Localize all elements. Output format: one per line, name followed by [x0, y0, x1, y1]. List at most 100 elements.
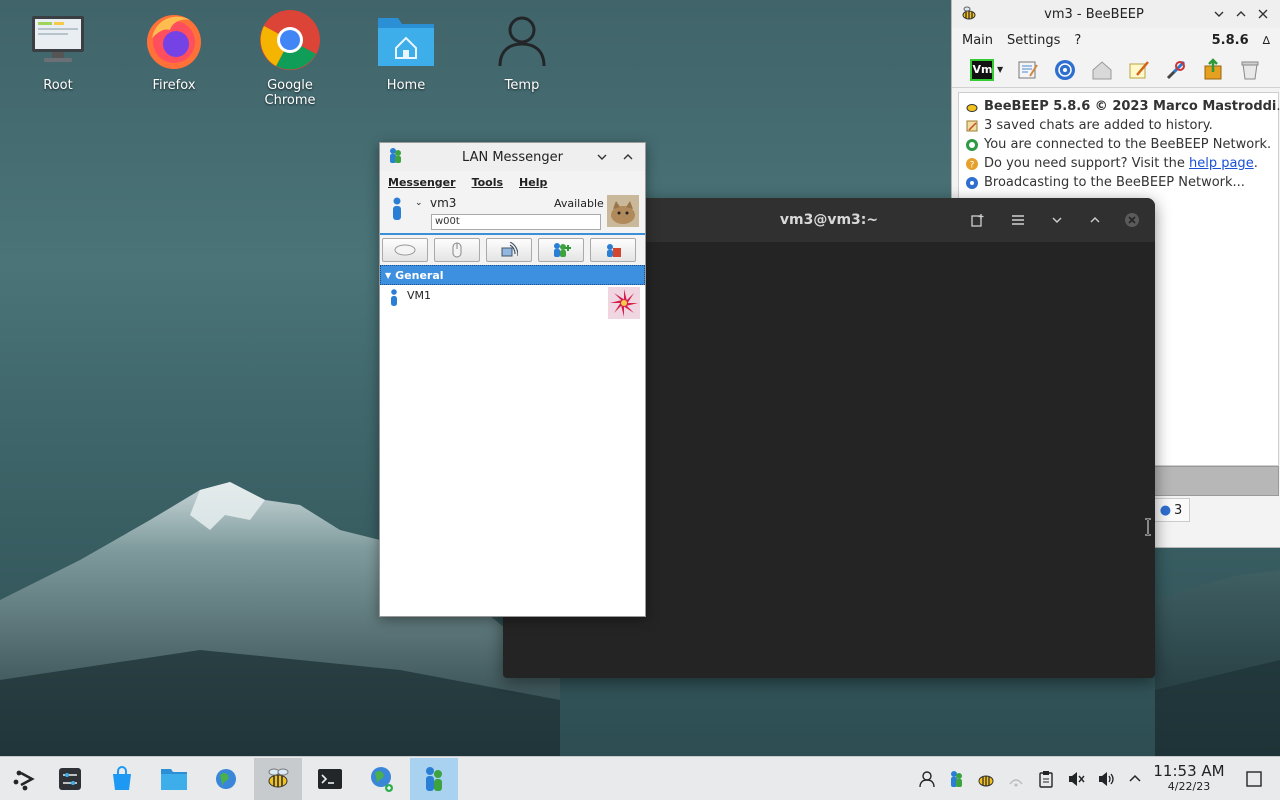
desktop-icon-label: Home [386, 78, 426, 93]
group-settings-button[interactable] [590, 238, 636, 262]
minimize-icon[interactable] [591, 146, 613, 168]
profile-badge: Vm [970, 58, 995, 81]
browser-task[interactable] [202, 758, 250, 800]
beebeep-toolbar: Vm ▼ [952, 52, 1280, 88]
chat-tab[interactable]: ● 3 [1152, 498, 1190, 522]
contact-person-icon [389, 289, 399, 311]
network-task[interactable] [358, 758, 406, 800]
minimize-icon[interactable] [1208, 3, 1230, 25]
new-tab-icon[interactable] [966, 208, 990, 232]
maximize-icon[interactable] [617, 146, 639, 168]
broadcast-button[interactable] [486, 238, 532, 262]
contact-item[interactable]: VM1 [380, 285, 645, 319]
close-icon[interactable] [1252, 3, 1274, 25]
firefox-icon [142, 8, 206, 72]
user-tray-icon[interactable] [917, 769, 937, 789]
menu-main[interactable]: Main [962, 33, 993, 48]
chrome-icon [258, 8, 322, 72]
history-icon [965, 119, 979, 133]
menu-messenger[interactable]: Messenger [388, 176, 456, 189]
desktop-icon-firefox[interactable]: Firefox [124, 8, 224, 93]
chat-button[interactable] [382, 238, 428, 262]
trash-button[interactable] [1237, 57, 1262, 83]
user-avatar[interactable] [607, 195, 639, 227]
tray-expander-icon[interactable] [1125, 769, 1145, 789]
note-button[interactable] [1126, 57, 1151, 83]
text-cursor-icon [1144, 518, 1152, 536]
beebeep-tray-icon[interactable] [976, 769, 996, 789]
application-launcher-button[interactable] [0, 758, 48, 800]
file-manager-task[interactable] [150, 758, 198, 800]
beebeep-task[interactable] [254, 758, 302, 800]
network-button[interactable] [1052, 57, 1077, 83]
lan-messenger-menubar: Messenger Tools Help [380, 171, 645, 193]
hamburger-menu-icon[interactable] [1006, 208, 1030, 232]
window-title: vm3 - BeeBEEP [1044, 6, 1144, 22]
log-line: 3 saved chats are added to history. [965, 116, 1272, 135]
clipboard-tray-icon[interactable] [1036, 769, 1056, 789]
desktop-icon-home[interactable]: Home [356, 8, 456, 93]
personal-note-input[interactable]: w00t [431, 214, 601, 230]
desktop-icon-google-chrome[interactable]: Google Chrome [240, 8, 340, 108]
menu-settings[interactable]: Settings [1007, 33, 1060, 48]
user-profile-button[interactable]: Vm [970, 57, 995, 83]
edit-profile-button[interactable] [1015, 57, 1040, 83]
discover-store-task[interactable] [98, 758, 146, 800]
menu-help[interactable]: ? [1074, 33, 1081, 48]
contact-avatar [608, 287, 640, 319]
desktop-icon-root[interactable]: Root [8, 8, 108, 93]
clock-time: 11:53 AM [1153, 762, 1225, 780]
home-button[interactable] [1089, 57, 1114, 83]
menu-help[interactable]: Help [519, 176, 547, 189]
user-icon: ● [1159, 502, 1172, 518]
help-page-link[interactable]: help page [1189, 156, 1254, 171]
bee-icon [958, 3, 980, 25]
log-suffix: . [1253, 156, 1258, 171]
group-name: General [395, 268, 444, 282]
status-label[interactable]: Available [554, 197, 604, 210]
desktop-icon-temp[interactable]: Temp [472, 8, 572, 93]
close-icon[interactable] [1120, 208, 1144, 232]
user-panel: ⌄ vm3 Available w00t [380, 193, 645, 233]
bee-icon [965, 100, 979, 114]
maximize-icon[interactable] [1083, 208, 1107, 232]
add-contact-button[interactable] [538, 238, 584, 262]
muted-speaker-tray-icon[interactable] [1066, 769, 1086, 789]
terminal-task[interactable] [306, 758, 354, 800]
log-text: Broadcasting to the BeeBEEP Network... [984, 175, 1245, 190]
menu-tools[interactable]: Tools [472, 176, 503, 189]
lan-messenger-titlebar[interactable]: LAN Messenger [380, 143, 645, 171]
show-desktop-icon[interactable] [1244, 769, 1264, 789]
plugins-button[interactable] [1200, 57, 1225, 83]
beebeep-titlebar[interactable]: vm3 - BeeBEEP [952, 0, 1280, 28]
system-settings-task[interactable] [46, 758, 94, 800]
log-line: ? Do you need support? Visit the help pa… [965, 154, 1272, 173]
desktop-icon-label: Root [43, 78, 73, 93]
clock[interactable]: 11:53 AM 4/22/23 [1150, 763, 1228, 794]
contact-group-general[interactable]: ▼ General [380, 265, 645, 285]
network-tray-icon[interactable] [1006, 769, 1026, 789]
chat-count: 3 [1174, 502, 1183, 518]
beebeep-menubar: Main Settings ? 5.8.6 ∆ [952, 28, 1280, 52]
lan-messenger-task[interactable] [410, 758, 458, 800]
status-dropdown-chevron-icon[interactable]: ⌄ [415, 198, 423, 208]
log-text: Do you need support? Visit the [984, 156, 1189, 171]
network-icon [965, 138, 979, 152]
lan-messenger-tray-icon[interactable] [946, 769, 966, 789]
status-person-icon [390, 197, 404, 225]
volume-tray-icon[interactable] [1096, 769, 1116, 789]
desktop-icon-label: Google Chrome [264, 78, 316, 108]
tools-button[interactable] [1163, 57, 1188, 83]
minimize-icon[interactable] [1045, 208, 1069, 232]
desktop-icon-label: Firefox [152, 78, 196, 93]
lan-messenger-icon [386, 146, 404, 168]
chevron-down-icon[interactable]: ▼ [997, 65, 1003, 74]
support-icon: ? [965, 157, 979, 171]
log-suffix: . [1276, 99, 1280, 114]
desktop-icon-label: Temp [504, 78, 540, 93]
update-icon[interactable]: ∆ [1263, 34, 1270, 47]
username: vm3 [430, 196, 457, 210]
file-transfer-button[interactable] [434, 238, 480, 262]
maximize-icon[interactable] [1230, 3, 1252, 25]
lan-toolbar [380, 233, 645, 265]
